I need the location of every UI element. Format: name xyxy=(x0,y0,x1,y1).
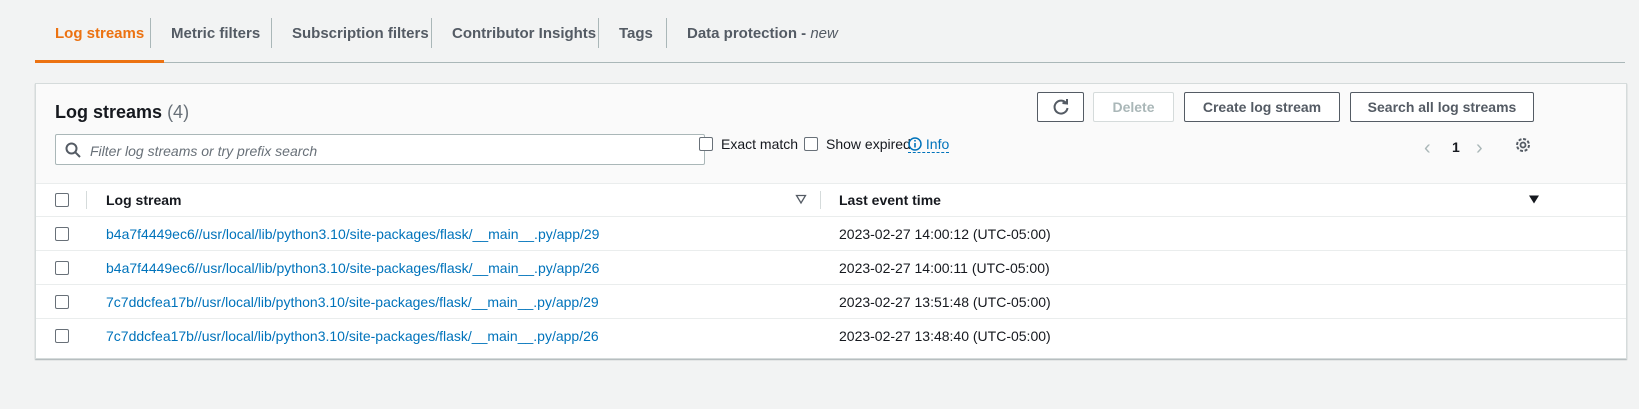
tab-label: Contributor Insights xyxy=(452,25,597,42)
column-header-log-stream[interactable]: Log stream xyxy=(106,192,181,208)
tab-label: Metric filters xyxy=(171,25,261,42)
show-expired-label: Show expired xyxy=(826,136,911,152)
tab-data-protection[interactable]: Data protection - new xyxy=(667,0,858,62)
chevron-left-icon[interactable]: ‹ xyxy=(1424,137,1431,160)
log-stream-link[interactable]: b4a7f4449ec6//usr/local/lib/python3.10/s… xyxy=(106,226,599,242)
row-checkbox[interactable] xyxy=(55,329,69,343)
sort-icon[interactable] xyxy=(795,193,807,205)
row-checkbox[interactable] xyxy=(55,227,69,241)
last-event-time: 2023-02-27 13:48:40 (UTC-05:00) xyxy=(839,328,1051,344)
panel-title: Log streams (4) xyxy=(55,102,189,123)
search-all-log-streams-button[interactable]: Search all log streams xyxy=(1350,92,1534,122)
select-all-checkbox[interactable] xyxy=(55,193,69,207)
search-icon xyxy=(65,142,81,158)
page-number[interactable]: 1 xyxy=(1452,139,1460,155)
row-checkbox[interactable] xyxy=(55,261,69,275)
column-divider xyxy=(86,191,87,209)
tab-label: Log streams xyxy=(55,25,145,42)
tab-log-streams[interactable]: Log streams xyxy=(35,0,165,63)
tab-bar: Log streams Metric filters Subscription … xyxy=(35,0,1625,63)
table-row: b4a7f4449ec6//usr/local/lib/python3.10/s… xyxy=(36,251,1626,285)
filter-search-box xyxy=(55,134,705,166)
search-input[interactable] xyxy=(88,135,692,166)
log-stream-link[interactable]: 7c7ddcfea17b//usr/local/lib/python3.10/s… xyxy=(106,328,599,344)
last-event-time: 2023-02-27 13:51:48 (UTC-05:00) xyxy=(839,294,1051,310)
delete-button[interactable]: Delete xyxy=(1093,92,1174,122)
sort-descending-icon[interactable] xyxy=(1528,193,1540,205)
refresh-icon xyxy=(1053,99,1068,115)
column-divider xyxy=(820,191,821,209)
new-badge: new xyxy=(810,25,838,42)
exact-match-checkbox[interactable] xyxy=(699,137,713,151)
panel-header: Log streams (4) Delete Create log stream… xyxy=(36,84,1626,184)
panel-title-text: Log streams xyxy=(55,102,163,122)
table-row: 7c7ddcfea17b//usr/local/lib/python3.10/s… xyxy=(36,285,1626,319)
chevron-right-icon[interactable]: › xyxy=(1476,137,1483,160)
tab-label: Subscription filters xyxy=(292,25,429,42)
info-link[interactable]: Info xyxy=(908,136,950,153)
info-label: Info xyxy=(925,136,950,152)
gear-icon[interactable] xyxy=(1514,136,1532,154)
log-streams-panel: Log streams (4) Delete Create log stream… xyxy=(35,83,1627,359)
log-stream-link[interactable]: b4a7f4449ec6//usr/local/lib/python3.10/s… xyxy=(106,260,599,276)
tab-contributor-insights[interactable]: Contributor Insights xyxy=(432,0,616,62)
row-checkbox[interactable] xyxy=(55,295,69,309)
last-event-time: 2023-02-27 14:00:12 (UTC-05:00) xyxy=(839,226,1051,242)
log-stream-link[interactable]: 7c7ddcfea17b//usr/local/lib/python3.10/s… xyxy=(106,294,599,310)
show-expired-checkbox[interactable] xyxy=(804,137,818,151)
table-header: Log stream Last event time xyxy=(36,183,1626,217)
tab-label: Tags xyxy=(619,25,653,42)
stream-count: (4) xyxy=(167,102,190,122)
tab-metric-filters[interactable]: Metric filters xyxy=(151,0,280,62)
create-log-stream-button[interactable]: Create log stream xyxy=(1184,92,1340,122)
column-header-last-event-time[interactable]: Last event time xyxy=(839,192,941,208)
refresh-button[interactable] xyxy=(1037,92,1084,122)
table-row: b4a7f4449ec6//usr/local/lib/python3.10/s… xyxy=(36,217,1626,251)
tab-subscription-filters[interactable]: Subscription filters xyxy=(272,0,449,62)
table-row: 7c7ddcfea17b//usr/local/lib/python3.10/s… xyxy=(36,319,1626,352)
tab-label: Data protection - xyxy=(687,25,811,42)
info-icon xyxy=(908,137,922,151)
last-event-time: 2023-02-27 14:00:11 (UTC-05:00) xyxy=(839,260,1050,276)
tab-tags[interactable]: Tags xyxy=(599,0,673,62)
exact-match-label: Exact match xyxy=(721,136,799,152)
